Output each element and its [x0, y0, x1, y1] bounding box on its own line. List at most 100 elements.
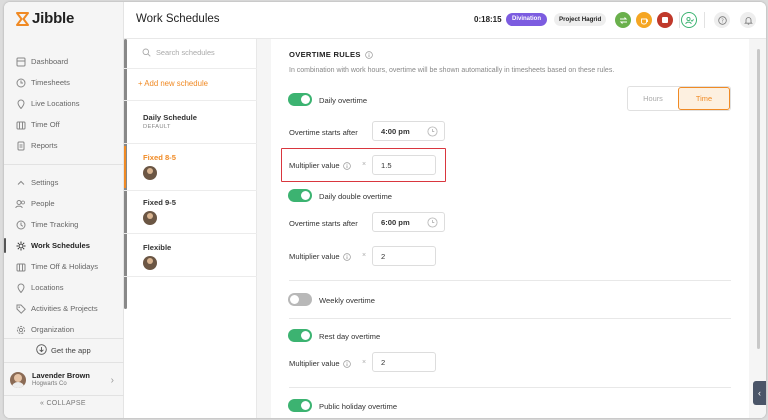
sidebar-item-time-tracking[interactable]: Time Tracking: [4, 214, 124, 235]
notifications-button[interactable]: [740, 12, 756, 28]
top-header: Work Schedules 0:18:15 Divination Projec…: [124, 2, 766, 39]
stop-timer-button[interactable]: [657, 12, 673, 28]
daily-multiplier-input[interactable]: 1.5: [372, 155, 436, 175]
sidebar-item-time-off[interactable]: Time Off: [4, 114, 124, 135]
schedule-item-flexible[interactable]: Flexible: [124, 243, 257, 270]
overtime-starts-text: Overtime starts after: [289, 219, 358, 228]
sidebar-item-label: Activities & Projects: [31, 304, 98, 313]
section-divider: [289, 387, 731, 388]
bell-icon: [743, 16, 753, 25]
daily-overtime-start-input[interactable]: 4:00 pm: [372, 121, 445, 141]
info-icon[interactable]: [364, 50, 373, 59]
rest-day-overtime-toggle[interactable]: [288, 329, 312, 342]
double-multiplier-input[interactable]: 2: [372, 246, 436, 266]
report-icon: [15, 140, 26, 151]
sidebar-item-reports[interactable]: Reports: [4, 135, 124, 156]
sidebar-item-label: Organization: [31, 325, 75, 334]
chevron-left-icon: ‹: [758, 388, 761, 398]
switch-activity-button[interactable]: [615, 12, 631, 28]
gear-icon: [15, 324, 26, 335]
schedule-item-daily[interactable]: Daily Schedule DEFAULT: [124, 113, 257, 130]
break-button[interactable]: [636, 12, 652, 28]
schedule-name: Flexible: [143, 243, 172, 252]
info-icon[interactable]: [342, 252, 351, 261]
jibble-logo[interactable]: Jibble: [16, 10, 74, 27]
search-input[interactable]: Search schedules: [156, 48, 215, 57]
rest-day-multiplier-input[interactable]: 2: [372, 352, 436, 372]
daily-double-overtime-toggle[interactable]: [288, 189, 312, 202]
project-badge[interactable]: Project Hagrid: [554, 13, 607, 26]
double-overtime-start-input[interactable]: 6:00 pm: [372, 212, 445, 232]
clock-icon: [15, 77, 26, 88]
side-panel-toggle[interactable]: ‹: [753, 381, 766, 405]
collapse-button[interactable]: « COLLAPSE: [40, 400, 86, 407]
multiplier-text: Multiplier value: [289, 252, 340, 261]
sidebar-item-activities-projects[interactable]: Activities & Projects: [4, 298, 124, 319]
public-holiday-overtime-label: Public holiday overtime: [319, 402, 398, 411]
nav-settings: Settings People Time Tracking Work Sched…: [4, 172, 124, 340]
sidebar: Jibble Dashboard Timesheets Live Locatio…: [4, 2, 124, 418]
sidebar-item-live-locations[interactable]: Live Locations: [4, 93, 124, 114]
overtime-rules-heading: OVERTIME RULES: [289, 50, 361, 59]
public-holiday-overtime-toggle[interactable]: [288, 399, 312, 412]
sidebar-item-work-schedules[interactable]: Work Schedules: [4, 235, 124, 256]
sidebar-divider: [4, 164, 124, 165]
main-scrollbar[interactable]: [757, 49, 760, 349]
clock-icon: [427, 126, 438, 139]
sidebar-item-timesheets[interactable]: Timesheets: [4, 72, 124, 93]
sidebar-item-locations[interactable]: Locations: [4, 277, 124, 298]
add-new-schedule-button[interactable]: + Add new schedule: [138, 79, 208, 88]
user-status-button[interactable]: [681, 12, 697, 28]
daily-start-value: 4:00 pm: [381, 126, 410, 136]
times-sign: ×: [362, 252, 367, 259]
sidebar-item-label: Time Off & Holidays: [31, 262, 99, 271]
hours-time-toggle[interactable]: Hours Time: [627, 86, 731, 111]
activity-badge[interactable]: Divination: [506, 13, 548, 26]
double-multiplier-label: Multiplier value: [289, 252, 351, 261]
sidebar-item-label: Work Schedules: [31, 241, 90, 250]
search-schedules[interactable]: Search schedules: [142, 48, 215, 57]
sidebar-item-label: Settings: [31, 178, 59, 187]
multiplier-text: Multiplier value: [289, 359, 340, 368]
location-pin-icon: [15, 282, 26, 293]
info-icon[interactable]: [342, 359, 351, 368]
sidebar-item-people[interactable]: People: [4, 193, 124, 214]
user-name: Lavender Brown: [32, 370, 90, 380]
member-avatar: [143, 211, 157, 225]
get-the-app-button[interactable]: Get the app: [36, 344, 91, 357]
overtime-rules-card: OVERTIME RULES In combination with work …: [271, 39, 749, 418]
sidebar-item-label: Time Off: [31, 120, 60, 129]
timer-display: 0:18:15: [474, 15, 502, 24]
panel-divider: [124, 190, 257, 191]
sidebar-item-organization[interactable]: Organization: [4, 319, 124, 340]
double-start-value: 6:00 pm: [381, 217, 410, 227]
overtime-starts-text: Overtime starts after: [289, 128, 358, 137]
sidebar-item-settings[interactable]: Settings: [4, 172, 124, 193]
info-icon[interactable]: [342, 161, 351, 170]
schedule-item-fixed-8-5[interactable]: Fixed 8-5: [124, 146, 257, 188]
panel-divider: [124, 233, 257, 234]
get-app-label: Get the app: [51, 346, 91, 355]
dashboard-icon: [15, 56, 26, 67]
search-icon: [142, 48, 151, 57]
sidebar-item-label: People: [31, 199, 55, 208]
main-content: OVERTIME RULES In combination with work …: [257, 39, 766, 418]
calendar-icon: [15, 119, 26, 130]
sidebar-item-dashboard[interactable]: Dashboard: [4, 51, 124, 72]
weekly-overtime-label: Weekly overtime: [319, 296, 375, 305]
chevron-right-icon: ›: [110, 374, 114, 386]
collapse-label: COLLAPSE: [46, 400, 86, 407]
schedule-item-fixed-9-5[interactable]: Fixed 9-5: [124, 198, 257, 225]
sidebar-item-time-off-holidays[interactable]: Time Off & Holidays: [4, 256, 124, 277]
mode-option-time[interactable]: Time: [678, 87, 730, 110]
calendar-icon: [15, 261, 26, 272]
tag-icon: [15, 303, 26, 314]
user-card[interactable]: Lavender Brown Hogwarts Co ›: [10, 367, 118, 393]
daily-overtime-toggle[interactable]: [288, 93, 312, 106]
mode-option-hours[interactable]: Hours: [628, 87, 678, 110]
switch-icon: [619, 16, 627, 24]
logo-text: Jibble: [32, 10, 75, 27]
weekly-overtime-toggle[interactable]: [288, 293, 312, 306]
help-button[interactable]: ?: [714, 12, 730, 28]
times-sign: ×: [362, 359, 367, 366]
